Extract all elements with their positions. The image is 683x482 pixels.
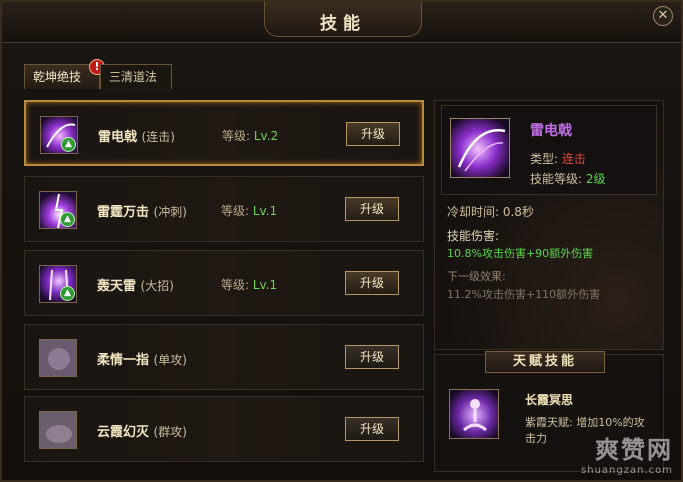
title-bar: 技能 ✕	[2, 2, 681, 43]
upgrade-arrow-icon: ▲	[61, 137, 76, 152]
meditation-icon[interactable]	[449, 389, 499, 439]
detail-skill-level: 技能等级: 2级	[530, 172, 606, 186]
upgrade-button[interactable]: 升级	[346, 122, 400, 146]
next-level-value: 11.2%攻击伤害+110额外伤害	[447, 288, 601, 301]
skill-row-leidianji[interactable]: ▲ 雷电戟 (连击) 等级: Lv.2 升级	[24, 100, 424, 166]
skill-name: 云霞幻灭 (群攻)	[97, 425, 187, 440]
watermark-logo: 爽赞网	[595, 435, 673, 464]
tab-qiankun[interactable]: 乾坤绝技 !	[24, 59, 105, 89]
watermark-url: shuangzan.com	[581, 465, 673, 476]
skill-detail-panel: 雷电戟 类型: 连击 技能等级: 2级 冷却时间: 0.8秒 技能伤害: 10.…	[434, 100, 664, 350]
skill-name: 柔情一指 (单攻)	[97, 353, 187, 368]
tab-sanqing[interactable]: 三清道法	[100, 64, 172, 89]
tab-label: 三清道法	[109, 70, 158, 84]
next-level-label: 下一级效果:	[447, 270, 506, 283]
upgrade-button[interactable]: 升级	[345, 271, 399, 295]
skill-level: 等级: Lv.1	[221, 278, 278, 292]
gentle-finger-icon	[39, 339, 77, 377]
tab-label: 乾坤绝技	[33, 70, 82, 84]
upgrade-button[interactable]: 升级	[345, 197, 399, 221]
skill-row-hongtianlei[interactable]: ▲ 轰天雷 (大招) 等级: Lv.1 升级	[24, 250, 424, 316]
skill-list: ▲ 雷电戟 (连击) 等级: Lv.2 升级 ▲ 雷霆万击 (冲刺) 等级: L…	[24, 100, 426, 470]
skill-name: 雷霆万击 (冲刺)	[97, 205, 187, 220]
skill-row-leitingwanji[interactable]: ▲ 雷霆万击 (冲刺) 等级: Lv.1 升级	[24, 176, 424, 242]
cloud-mist-icon	[39, 411, 77, 449]
skill-name: 轰天雷 (大招)	[97, 279, 174, 294]
skill-name: 雷电戟 (连击)	[98, 130, 175, 145]
lightning-halberd-icon	[450, 118, 510, 178]
damage-label: 技能伤害:	[447, 229, 500, 243]
close-icon: ✕	[657, 8, 669, 23]
window-title: 技能	[320, 14, 366, 34]
detail-skill-type: 类型: 连击	[530, 152, 586, 166]
lightning-halberd-icon: ▲	[40, 116, 78, 154]
close-button[interactable]: ✕	[653, 6, 673, 26]
skill-window: 技能 ✕ 乾坤绝技 ! 三清道法 ▲ 雷电戟 (连击) 等级: Lv.2 升级	[0, 0, 683, 482]
skill-level: 等级: Lv.2	[222, 129, 279, 143]
skill-row-rouqingyizhi[interactable]: 柔情一指 (单攻) 升级	[24, 324, 424, 390]
talent-title: 天赋技能	[512, 354, 577, 369]
talent-name: 长霞冥思	[525, 393, 574, 407]
detail-skill-name: 雷电戟	[530, 123, 572, 139]
upgrade-arrow-icon: ▲	[60, 286, 75, 301]
upgrade-button[interactable]: 升级	[345, 345, 399, 369]
damage-value: 10.8%攻击伤害+90额外伤害	[447, 247, 594, 260]
skill-row-yunxiahuanmie[interactable]: 云霞幻灭 (群攻) 升级	[24, 396, 424, 462]
detail-header: 雷电戟 类型: 连击 技能等级: 2级	[441, 105, 657, 195]
upgrade-button[interactable]: 升级	[345, 417, 399, 441]
talent-title-plate: 天赋技能	[485, 351, 605, 373]
skill-level: 等级: Lv.1	[221, 204, 278, 218]
cooldown-text: 冷却时间: 0.8秒	[447, 205, 534, 219]
thunder-strike-icon: ▲	[39, 191, 77, 229]
upgrade-arrow-icon: ▲	[60, 212, 75, 227]
sky-thunder-icon: ▲	[39, 265, 77, 303]
site-watermark: 爽赞网 shuangzan.com	[581, 430, 673, 476]
title-plate: 技能	[264, 2, 422, 37]
